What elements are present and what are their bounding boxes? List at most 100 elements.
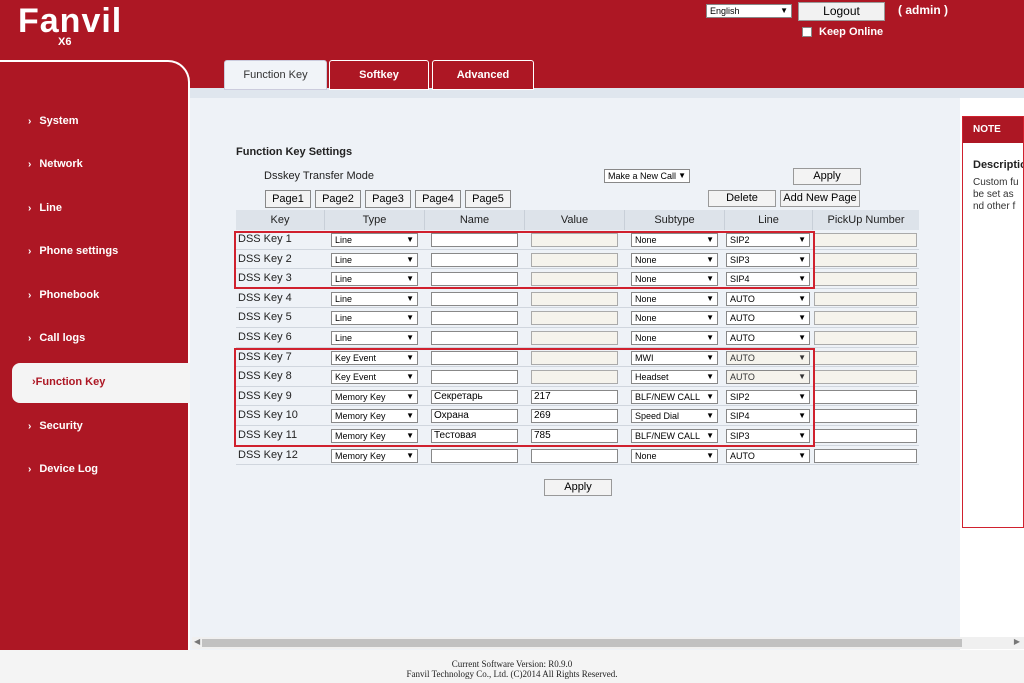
- horizontal-scrollbar[interactable]: ◀ ▶: [192, 637, 1024, 649]
- apply-button[interactable]: Apply: [793, 168, 861, 185]
- sidebar-item-security[interactable]: › Security: [28, 420, 83, 432]
- value-input[interactable]: [531, 331, 618, 345]
- line-select[interactable]: AUTO ▼: [726, 331, 810, 345]
- tab-advanced[interactable]: Advanced: [432, 60, 534, 90]
- subtype-select[interactable]: None ▼: [631, 291, 718, 306]
- pickup-number-input[interactable]: [814, 331, 917, 345]
- sidebar-item-function-key[interactable]: ›Function Key: [32, 376, 105, 388]
- keep-online-checkbox[interactable]: [802, 27, 812, 37]
- table-row: DSS Key 5 Line ▼ None ▼ AUTO ▼: [236, 308, 919, 328]
- subtype-select[interactable]: None ▼: [631, 311, 718, 326]
- pickup-number-input[interactable]: [814, 429, 917, 443]
- user-label: ( admin ): [898, 3, 948, 17]
- chevron-down-icon: ▼: [404, 449, 414, 462]
- language-select[interactable]: English ▼: [706, 4, 792, 18]
- sidebar-item-phone-settings[interactable]: › Phone settings: [28, 245, 118, 257]
- type-select[interactable]: Line ▼: [331, 331, 418, 345]
- type-value: Line: [335, 313, 353, 324]
- pickup-number-input[interactable]: [814, 272, 917, 287]
- pickup-number-input[interactable]: [814, 311, 917, 326]
- page-button-5[interactable]: Page5: [465, 190, 511, 208]
- line-select[interactable]: AUTO ▼: [726, 291, 810, 306]
- scroll-right-icon[interactable]: ▶: [1014, 637, 1020, 646]
- pickup-number-input[interactable]: [814, 389, 917, 404]
- type-value: Line: [335, 333, 353, 343]
- language-value: English: [710, 6, 740, 16]
- pickup-number-input[interactable]: [814, 291, 917, 306]
- page-button-4[interactable]: Page4: [415, 190, 461, 208]
- chevron-down-icon: ▼: [404, 292, 414, 305]
- sidebar-item-label: System: [39, 115, 79, 127]
- table-row: DSS Key 12 Memory Key ▼ None ▼ AUTO ▼: [236, 446, 919, 466]
- header-name: Name: [425, 210, 525, 230]
- pickup-number-input[interactable]: [814, 233, 917, 247]
- subtype-select[interactable]: None ▼: [631, 331, 718, 345]
- chevron-down-icon: ▼: [704, 332, 714, 344]
- software-version: Current Software Version: R0.9.0: [451, 659, 573, 669]
- name-input[interactable]: [431, 331, 518, 345]
- keep-online-label: Keep Online: [819, 26, 884, 38]
- delete-button[interactable]: Delete: [708, 190, 776, 207]
- pickup-number-input[interactable]: [814, 350, 917, 365]
- sidebar-item-label: Network: [39, 158, 83, 170]
- header-value: Value: [525, 210, 625, 230]
- note-line-3: nd other f: [973, 201, 1016, 212]
- line-select[interactable]: AUTO ▼: [726, 448, 810, 463]
- sidebar-item-label: Function Key: [35, 376, 106, 388]
- logout-button[interactable]: Logout: [798, 2, 885, 21]
- section-title: Function Key Settings: [236, 146, 353, 158]
- key-label: DSS Key 5: [238, 311, 292, 324]
- note-title: Description: [973, 159, 1023, 171]
- line-select[interactable]: AUTO ▼: [726, 311, 810, 326]
- type-select[interactable]: Line ▼: [331, 291, 418, 306]
- tab-softkey[interactable]: Softkey: [329, 60, 429, 90]
- footer: Current Software Version: R0.9.0 Fanvil …: [0, 650, 1024, 683]
- chevron-down-icon: ▼: [796, 449, 806, 462]
- line-value: AUTO: [730, 313, 755, 324]
- page-button-2[interactable]: Page2: [315, 190, 361, 208]
- transfer-mode-select[interactable]: Make a New Call ▼: [604, 169, 690, 183]
- sidebar-item-system[interactable]: › System: [28, 115, 78, 127]
- page-button-3[interactable]: Page3: [365, 190, 411, 208]
- type-select[interactable]: Memory Key ▼: [331, 448, 418, 463]
- sidebar-item-phonebook[interactable]: › Phonebook: [28, 289, 99, 301]
- header-pickup-number: PickUp Number: [827, 214, 905, 226]
- bottom-apply-button[interactable]: Apply: [544, 479, 612, 496]
- name-input[interactable]: [431, 448, 518, 463]
- scroll-left-icon[interactable]: ◀: [194, 637, 200, 646]
- sidebar-item-label: Line: [39, 202, 62, 214]
- sidebar-item-line[interactable]: › Line: [28, 202, 62, 214]
- type-select[interactable]: Line ▼: [331, 311, 418, 326]
- chevron-down-icon: ▼: [704, 312, 714, 325]
- chevron-down-icon: ▼: [796, 312, 806, 325]
- type-value: Memory Key: [335, 450, 386, 461]
- pickup-number-input[interactable]: [814, 252, 917, 267]
- key-label: DSS Key 12: [238, 448, 298, 461]
- chevron-right-icon: ›: [28, 116, 32, 127]
- pickup-number-input[interactable]: [814, 448, 917, 463]
- sidebar-item-label: Phonebook: [39, 289, 100, 301]
- table-row: DSS Key 6 Line ▼ None ▼ AUTO ▼: [236, 328, 919, 348]
- scrollbar-thumb[interactable]: [202, 639, 962, 647]
- pickup-number-input[interactable]: [814, 370, 917, 385]
- chevron-down-icon: ▼: [404, 332, 414, 344]
- page-button-1[interactable]: Page1: [265, 190, 311, 208]
- tab-function-key[interactable]: Function Key: [224, 60, 327, 90]
- value-input[interactable]: [531, 311, 618, 326]
- add-new-page-button[interactable]: Add New Page: [780, 190, 860, 207]
- sidebar-item-network[interactable]: › Network: [28, 158, 83, 170]
- pickup-number-input[interactable]: [814, 409, 917, 424]
- sidebar-item-call-logs[interactable]: › Call logs: [28, 332, 85, 344]
- chevron-down-icon: ▼: [678, 170, 686, 182]
- value-input[interactable]: [531, 291, 618, 306]
- chevron-right-icon: ›: [28, 246, 32, 257]
- name-input[interactable]: [431, 311, 518, 326]
- chevron-right-icon: ›: [28, 333, 32, 344]
- sidebar-item-device-log[interactable]: › Device Log: [28, 463, 98, 475]
- note-line-1: Custom fu: [973, 177, 1019, 188]
- name-input[interactable]: [431, 291, 518, 306]
- chevron-right-icon: ›: [28, 290, 32, 301]
- chevron-down-icon: ▼: [404, 312, 414, 325]
- subtype-select[interactable]: None ▼: [631, 448, 718, 463]
- value-input[interactable]: [531, 448, 618, 463]
